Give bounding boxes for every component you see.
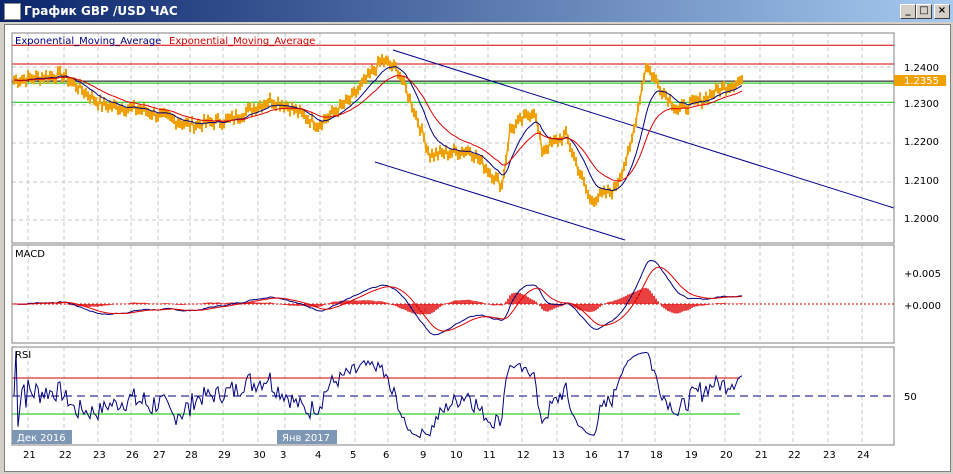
date-tick: 28 <box>185 450 198 461</box>
rsi-title: RSI <box>15 350 31 361</box>
macd-title: MACD <box>15 249 45 260</box>
date-tick: 27 <box>153 450 166 461</box>
macd-signal-line[interactable] <box>14 266 743 332</box>
macd-tick: +0.000 <box>904 301 941 312</box>
date-tick: 4 <box>315 450 321 461</box>
macd-tick: +0.005 <box>904 269 941 280</box>
date-tick: 22 <box>59 450 72 461</box>
price-tick: 1.2200 <box>904 137 939 148</box>
main-panel <box>11 32 895 244</box>
date-tick: 10 <box>450 450 463 461</box>
date-tick: 11 <box>483 450 496 461</box>
ema-slow-line[interactable] <box>13 75 743 182</box>
ema-fast-line[interactable] <box>13 66 743 192</box>
date-tick: 12 <box>517 450 530 461</box>
date-tick: 18 <box>650 450 663 461</box>
date-tick: 3 <box>280 450 286 461</box>
macd-line[interactable] <box>13 259 743 336</box>
date-tick: 5 <box>350 450 356 461</box>
date-tick: 21 <box>755 450 768 461</box>
date-tick: 20 <box>720 450 733 461</box>
date-tick: 17 <box>617 450 630 461</box>
date-tick: 26 <box>126 450 139 461</box>
price-line[interactable] <box>13 57 743 204</box>
price-tick: 1.2000 <box>904 214 939 225</box>
price-tick: 1.2100 <box>904 176 939 187</box>
date-tick: 23 <box>823 450 836 461</box>
date-tick: 13 <box>552 450 565 461</box>
month-label: Дек 2016 <box>17 433 66 444</box>
legend-ema-slow: Exponential_Moving_Average <box>169 36 315 47</box>
month-label: Янв 2017 <box>282 433 330 444</box>
price-chart[interactable]: Exponential_Moving_Average Exponential_M… <box>0 0 953 474</box>
rsi-line[interactable] <box>13 350 743 439</box>
current-price: 1.2355 <box>904 76 939 87</box>
date-tick: 29 <box>218 450 231 461</box>
price-tick: 1.2400 <box>904 63 939 74</box>
date-tick: 9 <box>420 450 426 461</box>
date-tick: 30 <box>253 450 266 461</box>
date-tick: 16 <box>585 450 598 461</box>
price-tick: 1.2300 <box>904 99 939 110</box>
date-tick: 21 <box>23 450 36 461</box>
macd-panel <box>11 244 895 344</box>
date-tick: 24 <box>857 450 870 461</box>
date-tick: 6 <box>383 450 389 461</box>
date-tick: 23 <box>93 450 106 461</box>
date-tick: 19 <box>685 450 698 461</box>
rsi-tick: 50 <box>904 392 917 403</box>
legend-ema-fast: Exponential_Moving_Average <box>15 36 161 47</box>
date-tick: 22 <box>788 450 801 461</box>
